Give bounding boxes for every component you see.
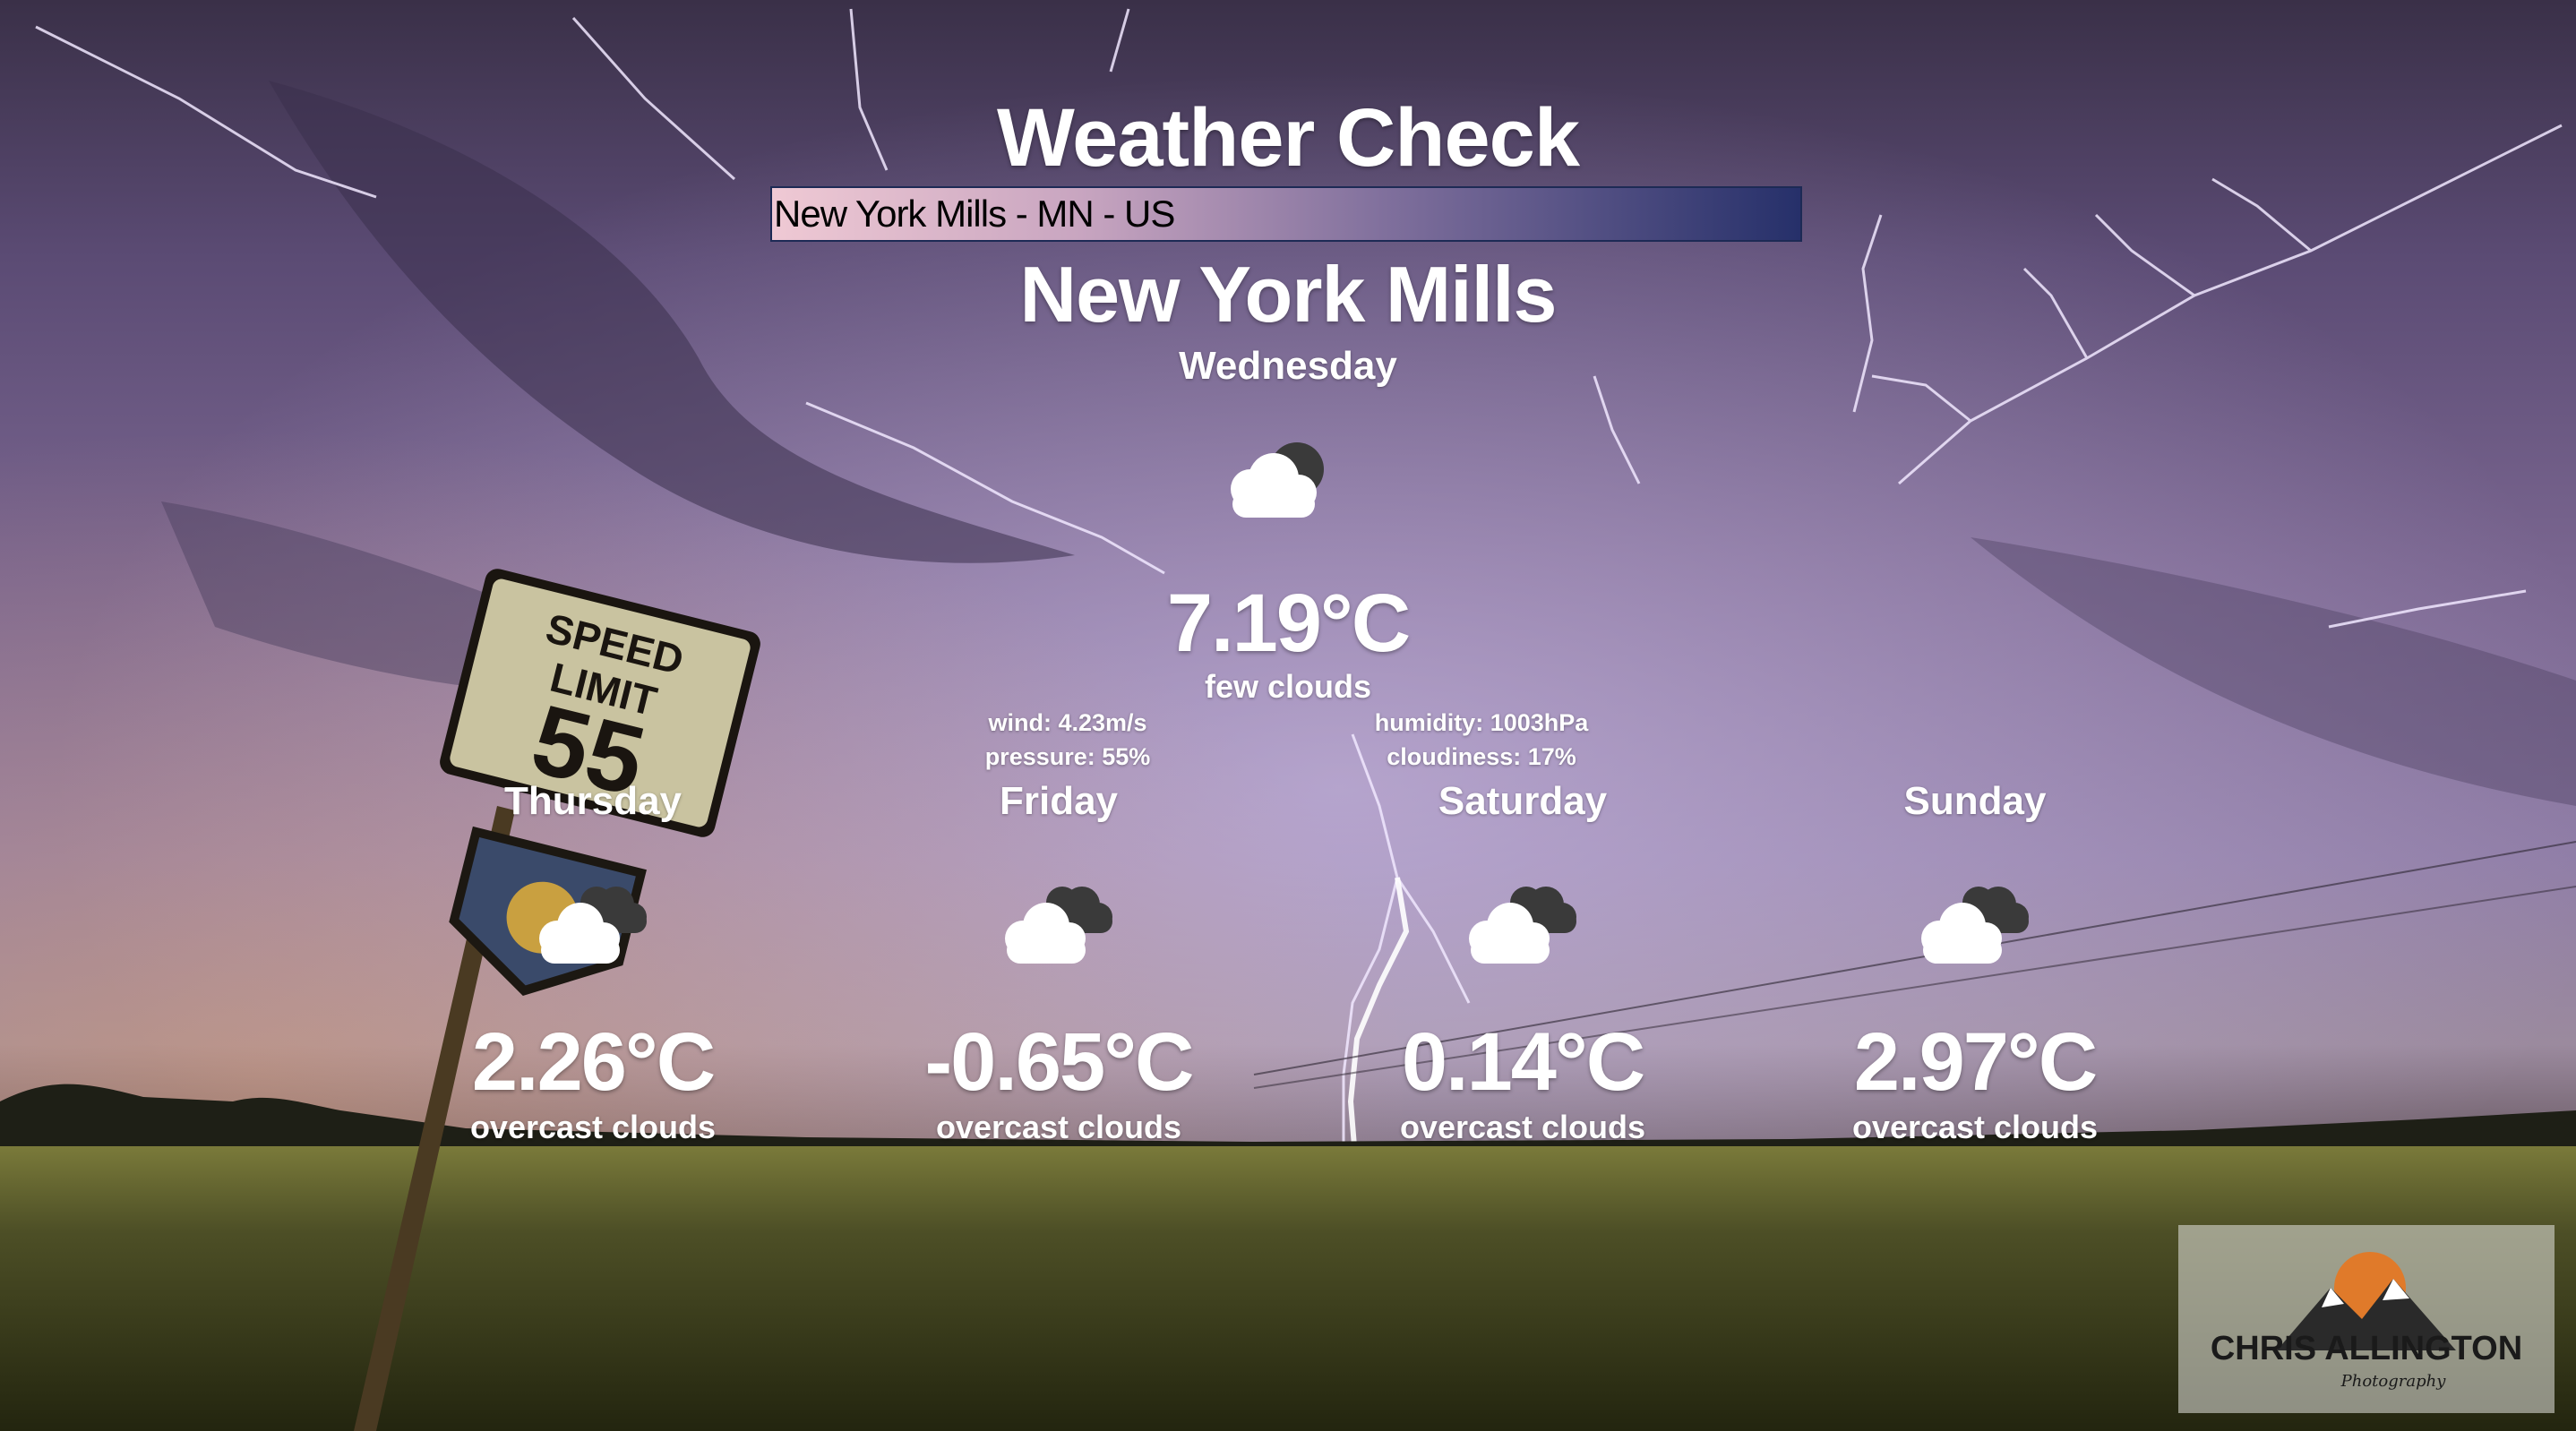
forecast-temperature: 0.14°C bbox=[1401, 1016, 1645, 1108]
overcast-clouds-icon bbox=[1912, 878, 2038, 967]
overcast-clouds-icon bbox=[1460, 878, 1585, 967]
forecast-day-card: Saturday 0.14°C overcast clouds bbox=[1299, 0, 1747, 1431]
forecast-description: overcast clouds bbox=[1399, 1109, 1646, 1145]
watermark-subtext: Photography bbox=[2340, 1372, 2447, 1391]
forecast-day-name: Thursday bbox=[503, 779, 683, 823]
watermark-text: CHRIS ALLINGTON bbox=[2211, 1330, 2522, 1367]
overcast-clouds-icon bbox=[996, 878, 1121, 967]
forecast-description: overcast clouds bbox=[935, 1109, 1182, 1145]
forecast-description: overcast clouds bbox=[1851, 1109, 2099, 1145]
forecast-day-name: Friday bbox=[999, 779, 1119, 823]
forecast-temperature: 2.97°C bbox=[1853, 1016, 2098, 1108]
forecast-day-card: Friday -0.65°C overcast clouds bbox=[835, 0, 1283, 1431]
forecast-temperature: -0.65°C bbox=[924, 1016, 1195, 1108]
forecast-day-name: Sunday bbox=[1903, 779, 2047, 823]
forecast-temperature: 2.26°C bbox=[471, 1016, 716, 1108]
forecast-description: overcast clouds bbox=[469, 1109, 717, 1145]
photographer-watermark-logo: CHRIS ALLINGTON Photography bbox=[2178, 1225, 2555, 1413]
forecast-day-card: Sunday 2.97°C overcast clouds bbox=[1751, 0, 2199, 1431]
overcast-clouds-icon bbox=[530, 878, 656, 967]
forecast-day-card: Thursday 2.26°C overcast clouds bbox=[369, 0, 817, 1431]
forecast-day-name: Saturday bbox=[1438, 779, 1608, 823]
